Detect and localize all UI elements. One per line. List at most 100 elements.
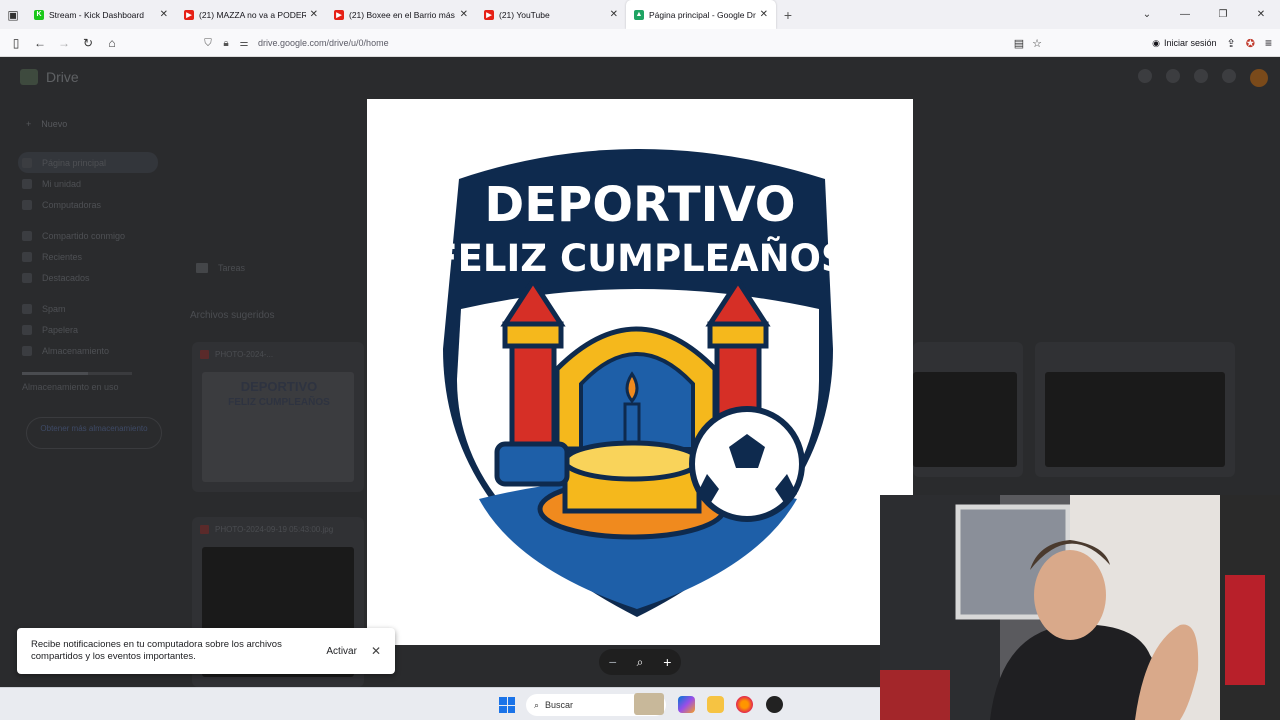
forward-icon[interactable]: →: [52, 29, 76, 57]
cloud-icon: [22, 345, 32, 356]
drive-sidebar: Página principal Mi unidad Computadoras …: [18, 152, 158, 361]
notification-toast: Recibe notificaciones en tu computadora …: [17, 628, 395, 674]
new-button-label: Nuevo: [41, 119, 68, 129]
close-icon[interactable]: ✕: [371, 644, 381, 658]
suggested-files-title: Archivos sugeridos: [190, 310, 274, 321]
sidebar-item-recent[interactable]: Recientes: [18, 246, 158, 267]
zoom-in-button[interactable]: +: [656, 654, 678, 670]
activate-button[interactable]: Activar: [326, 646, 357, 657]
get-storage-button[interactable]: Obtener más almacenamiento: [26, 417, 162, 449]
bookmark-star-icon[interactable]: ☆: [1032, 37, 1042, 50]
tab-kick[interactable]: K Stream - Kick Dashboard ✕: [26, 0, 176, 29]
new-button[interactable]: + Nuevo: [18, 112, 88, 136]
firefox-icon[interactable]: [736, 696, 753, 713]
signin-label: Iniciar sesión: [1164, 38, 1217, 48]
reader-view-icon[interactable]: ▤: [1014, 37, 1024, 50]
folder-row[interactable]: Tareas: [196, 263, 245, 273]
sidebar-item-my-drive[interactable]: Mi unidad: [18, 173, 158, 194]
home-icon[interactable]: ⌂: [100, 29, 124, 57]
drive-logo[interactable]: Drive: [20, 69, 79, 85]
windows-start-icon[interactable]: [499, 697, 515, 713]
maximize-button[interactable]: ❐: [1204, 9, 1242, 20]
tab-list-icon[interactable]: ▣: [0, 0, 26, 29]
tab-title: Página principal - Google Drive: [649, 9, 756, 20]
magnifier-icon[interactable]: ⌕: [629, 655, 651, 670]
left-tower: [509, 336, 557, 452]
clock-icon: [22, 251, 32, 262]
file-card[interactable]: [913, 342, 1023, 477]
extension-badge-icon[interactable]: ✪: [1246, 37, 1255, 50]
file-card[interactable]: [1035, 342, 1235, 477]
sidebar-item-label: Almacenamiento: [42, 345, 110, 356]
youtube-favicon-icon: ▶: [184, 9, 194, 20]
close-tab-icon[interactable]: ✕: [160, 9, 168, 20]
extensions-icon[interactable]: ⇪: [1227, 37, 1236, 50]
chevron-down-icon[interactable]: ⌄: [1128, 9, 1166, 20]
drive-top-icons: [1138, 69, 1268, 87]
drive-logo-icon: [20, 69, 38, 85]
sidebar-item-starred[interactable]: Destacados: [18, 267, 158, 288]
file-name: PHOTO-2024-09-19 05:43:00.jpg: [215, 524, 334, 534]
signin-button[interactable]: ◉ Iniciar sesión: [1152, 38, 1216, 49]
shield-icon[interactable]: ⛉: [200, 38, 216, 49]
computer-icon: [22, 199, 32, 210]
help-icon[interactable]: [1138, 69, 1152, 83]
close-window-button[interactable]: ✕: [1242, 9, 1280, 20]
permissions-icon[interactable]: ⚌: [236, 38, 252, 49]
sidebar-toggle-icon[interactable]: ▯: [4, 29, 28, 57]
close-tab-icon[interactable]: ✕: [610, 9, 618, 20]
drive-app-name: Drive: [46, 69, 79, 85]
search-placeholder: Buscar: [545, 700, 574, 710]
url-text[interactable]: drive.google.com/drive/u/0/home: [258, 38, 389, 48]
back-icon[interactable]: ←: [28, 29, 52, 57]
sidebar-item-computers[interactable]: Computadoras: [18, 194, 158, 215]
sidebar-item-label: Papelera: [42, 324, 79, 335]
reload-icon[interactable]: ↻: [76, 29, 100, 57]
obs-icon[interactable]: [766, 696, 783, 713]
settings-gear-icon[interactable]: [1166, 69, 1180, 83]
sidebar-item-label: Mi unidad: [42, 178, 82, 189]
sidebar-item-shared[interactable]: Compartido conmigo: [18, 225, 158, 246]
sidebar-item-storage[interactable]: Almacenamiento: [18, 340, 158, 361]
close-tab-icon[interactable]: ✕: [310, 9, 318, 20]
tab-youtube-boxee[interactable]: ▶ (21) Boxee en el Barrio más Peli ✕: [326, 0, 476, 29]
file-thumbnail: DEPORTIVO FELIZ CUMPLEAÑOS: [202, 372, 354, 482]
search-highlight-image[interactable]: [634, 693, 664, 715]
sidebar-item-home[interactable]: Página principal: [18, 152, 158, 173]
storage-text: Almacenamiento en uso: [22, 382, 119, 392]
trash-icon: [22, 324, 32, 335]
tab-youtube[interactable]: ▶ (21) YouTube ✕: [476, 0, 626, 29]
tab-title: (21) YouTube: [499, 9, 550, 20]
castle-cushion-left: [494, 441, 570, 487]
url-bar[interactable]: ⛉ 🔒︎ ⚌ drive.google.com/drive/u/0/home ▤…: [200, 32, 1050, 54]
tab-title: Stream - Kick Dashboard: [49, 9, 144, 20]
new-tab-button[interactable]: +: [776, 7, 800, 23]
sidebar-item-trash[interactable]: Papelera: [18, 319, 158, 340]
minimize-button[interactable]: —: [1166, 9, 1204, 20]
apps-grid-icon[interactable]: [1222, 69, 1236, 83]
sidebar-item-label: Spam: [42, 303, 66, 314]
close-tab-icon[interactable]: ✕: [760, 9, 768, 20]
image-file-icon: [200, 524, 209, 534]
tab-google-drive[interactable]: ▲ Página principal - Google Drive ✕: [626, 0, 776, 29]
file-card[interactable]: PHOTO-2024-... DEPORTIVO FELIZ CUMPLEAÑOS: [192, 342, 364, 492]
home-icon: [22, 157, 32, 168]
close-tab-icon[interactable]: ✕: [460, 9, 468, 20]
menu-icon[interactable]: ≡: [1265, 36, 1272, 50]
youtube-favicon-icon: ▶: [484, 9, 494, 20]
zoom-out-button[interactable]: −: [602, 654, 624, 670]
avatar[interactable]: [1250, 69, 1268, 87]
tab-youtube-mazza[interactable]: ▶ (21) MAZZA no va a PODER con ✕: [176, 0, 326, 29]
gemini-icon[interactable]: [1194, 69, 1208, 83]
file-explorer-icon[interactable]: [707, 696, 724, 713]
sidebar-item-label: Compartido conmigo: [42, 230, 126, 241]
storage-meter: Almacenamiento en uso: [22, 372, 132, 393]
lock-icon[interactable]: 🔒︎: [218, 38, 234, 49]
sidebar-item-label: Página principal: [42, 157, 107, 168]
star-icon: [22, 272, 32, 283]
sidebar-item-label: Computadoras: [42, 199, 102, 210]
sidebar-item-spam[interactable]: Spam: [18, 298, 158, 319]
plus-icon: +: [26, 119, 32, 129]
youtube-favicon-icon: ▶: [334, 9, 344, 20]
copilot-icon[interactable]: [678, 696, 695, 713]
